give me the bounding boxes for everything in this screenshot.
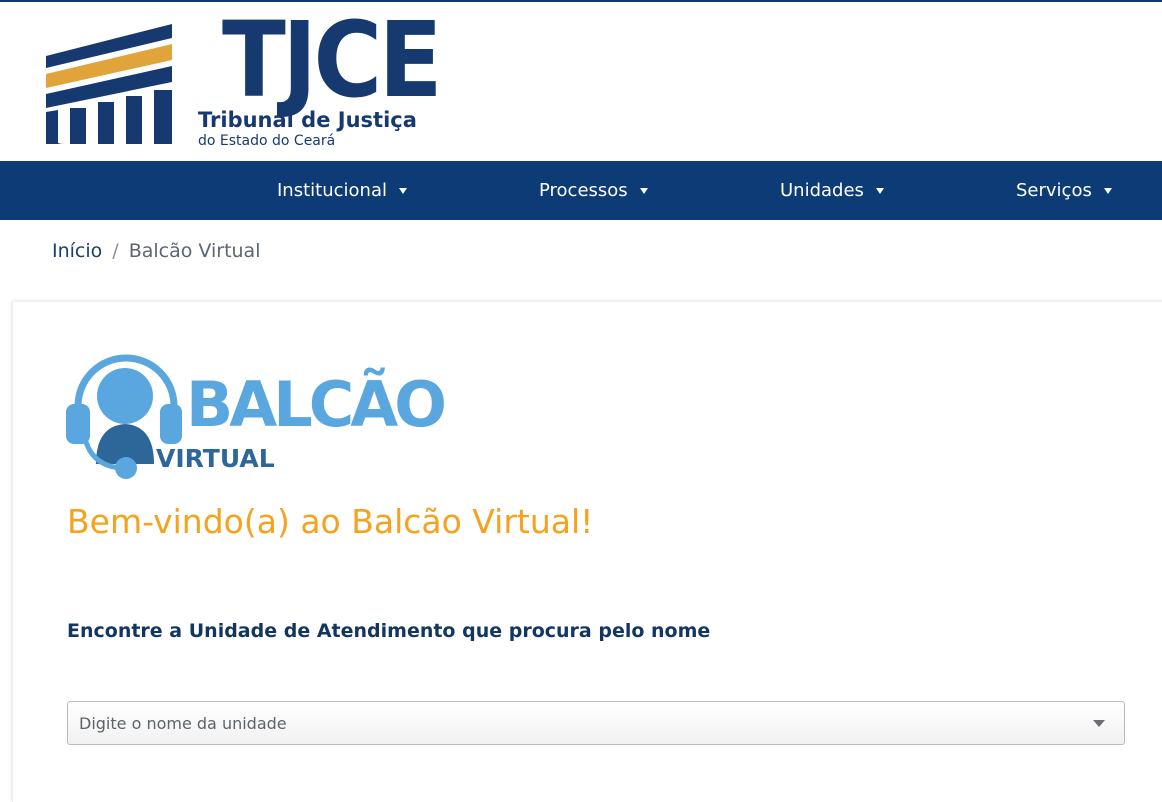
nav-item-label: Serviços	[1016, 180, 1092, 201]
unit-search-label: Encontre a Unidade de Atendimento que pr…	[67, 620, 711, 642]
select-placeholder: Digite o nome da unidade	[79, 714, 287, 733]
main-nav: Institucional Processos Unidades Serviço…	[0, 161, 1162, 220]
breadcrumb-current: Balcão Virtual	[128, 240, 261, 262]
nav-item-label: Institucional	[277, 180, 387, 201]
nav-item-servicos[interactable]: Serviços	[1016, 161, 1112, 220]
nav-item-processos[interactable]: Processos	[539, 161, 648, 220]
tjce-logo[interactable]: TJCE Tribunal de Justiça do Estado do Ce…	[44, 8, 443, 156]
nav-item-institucional[interactable]: Institucional	[277, 161, 407, 220]
balcao-virtual-logo: BALCÃO VIRTUAL	[66, 354, 447, 484]
site-header: TJCE Tribunal de Justiça do Estado do Ce…	[0, 2, 1162, 161]
caret-down-icon	[398, 187, 407, 194]
balcao-word: BALCÃO	[186, 368, 447, 441]
caret-down-icon	[1103, 187, 1112, 194]
virtual-word: VIRTUAL	[156, 444, 275, 473]
nav-item-label: Unidades	[780, 180, 864, 201]
chevron-down-icon[interactable]	[1093, 720, 1105, 727]
logo-subtitle: Tribunal de Justiça	[198, 108, 417, 132]
nav-item-unidades[interactable]: Unidades	[780, 161, 884, 220]
caret-down-icon	[875, 187, 884, 194]
logo-subtitle-state: do Estado do Ceará	[198, 133, 336, 149]
columns-icon	[46, 24, 172, 144]
page-title: Bem-vindo(a) ao Balcão Virtual!	[67, 502, 594, 541]
logo-title: TJCE	[222, 0, 443, 121]
breadcrumb-home-link[interactable]: Início	[52, 240, 102, 262]
breadcrumb: Início / Balcão Virtual	[52, 238, 260, 264]
nav-item-label: Processos	[539, 180, 628, 201]
unit-search-select[interactable]: Digite o nome da unidade	[67, 701, 1125, 745]
caret-down-icon	[639, 187, 648, 194]
breadcrumb-separator: /	[112, 240, 119, 262]
